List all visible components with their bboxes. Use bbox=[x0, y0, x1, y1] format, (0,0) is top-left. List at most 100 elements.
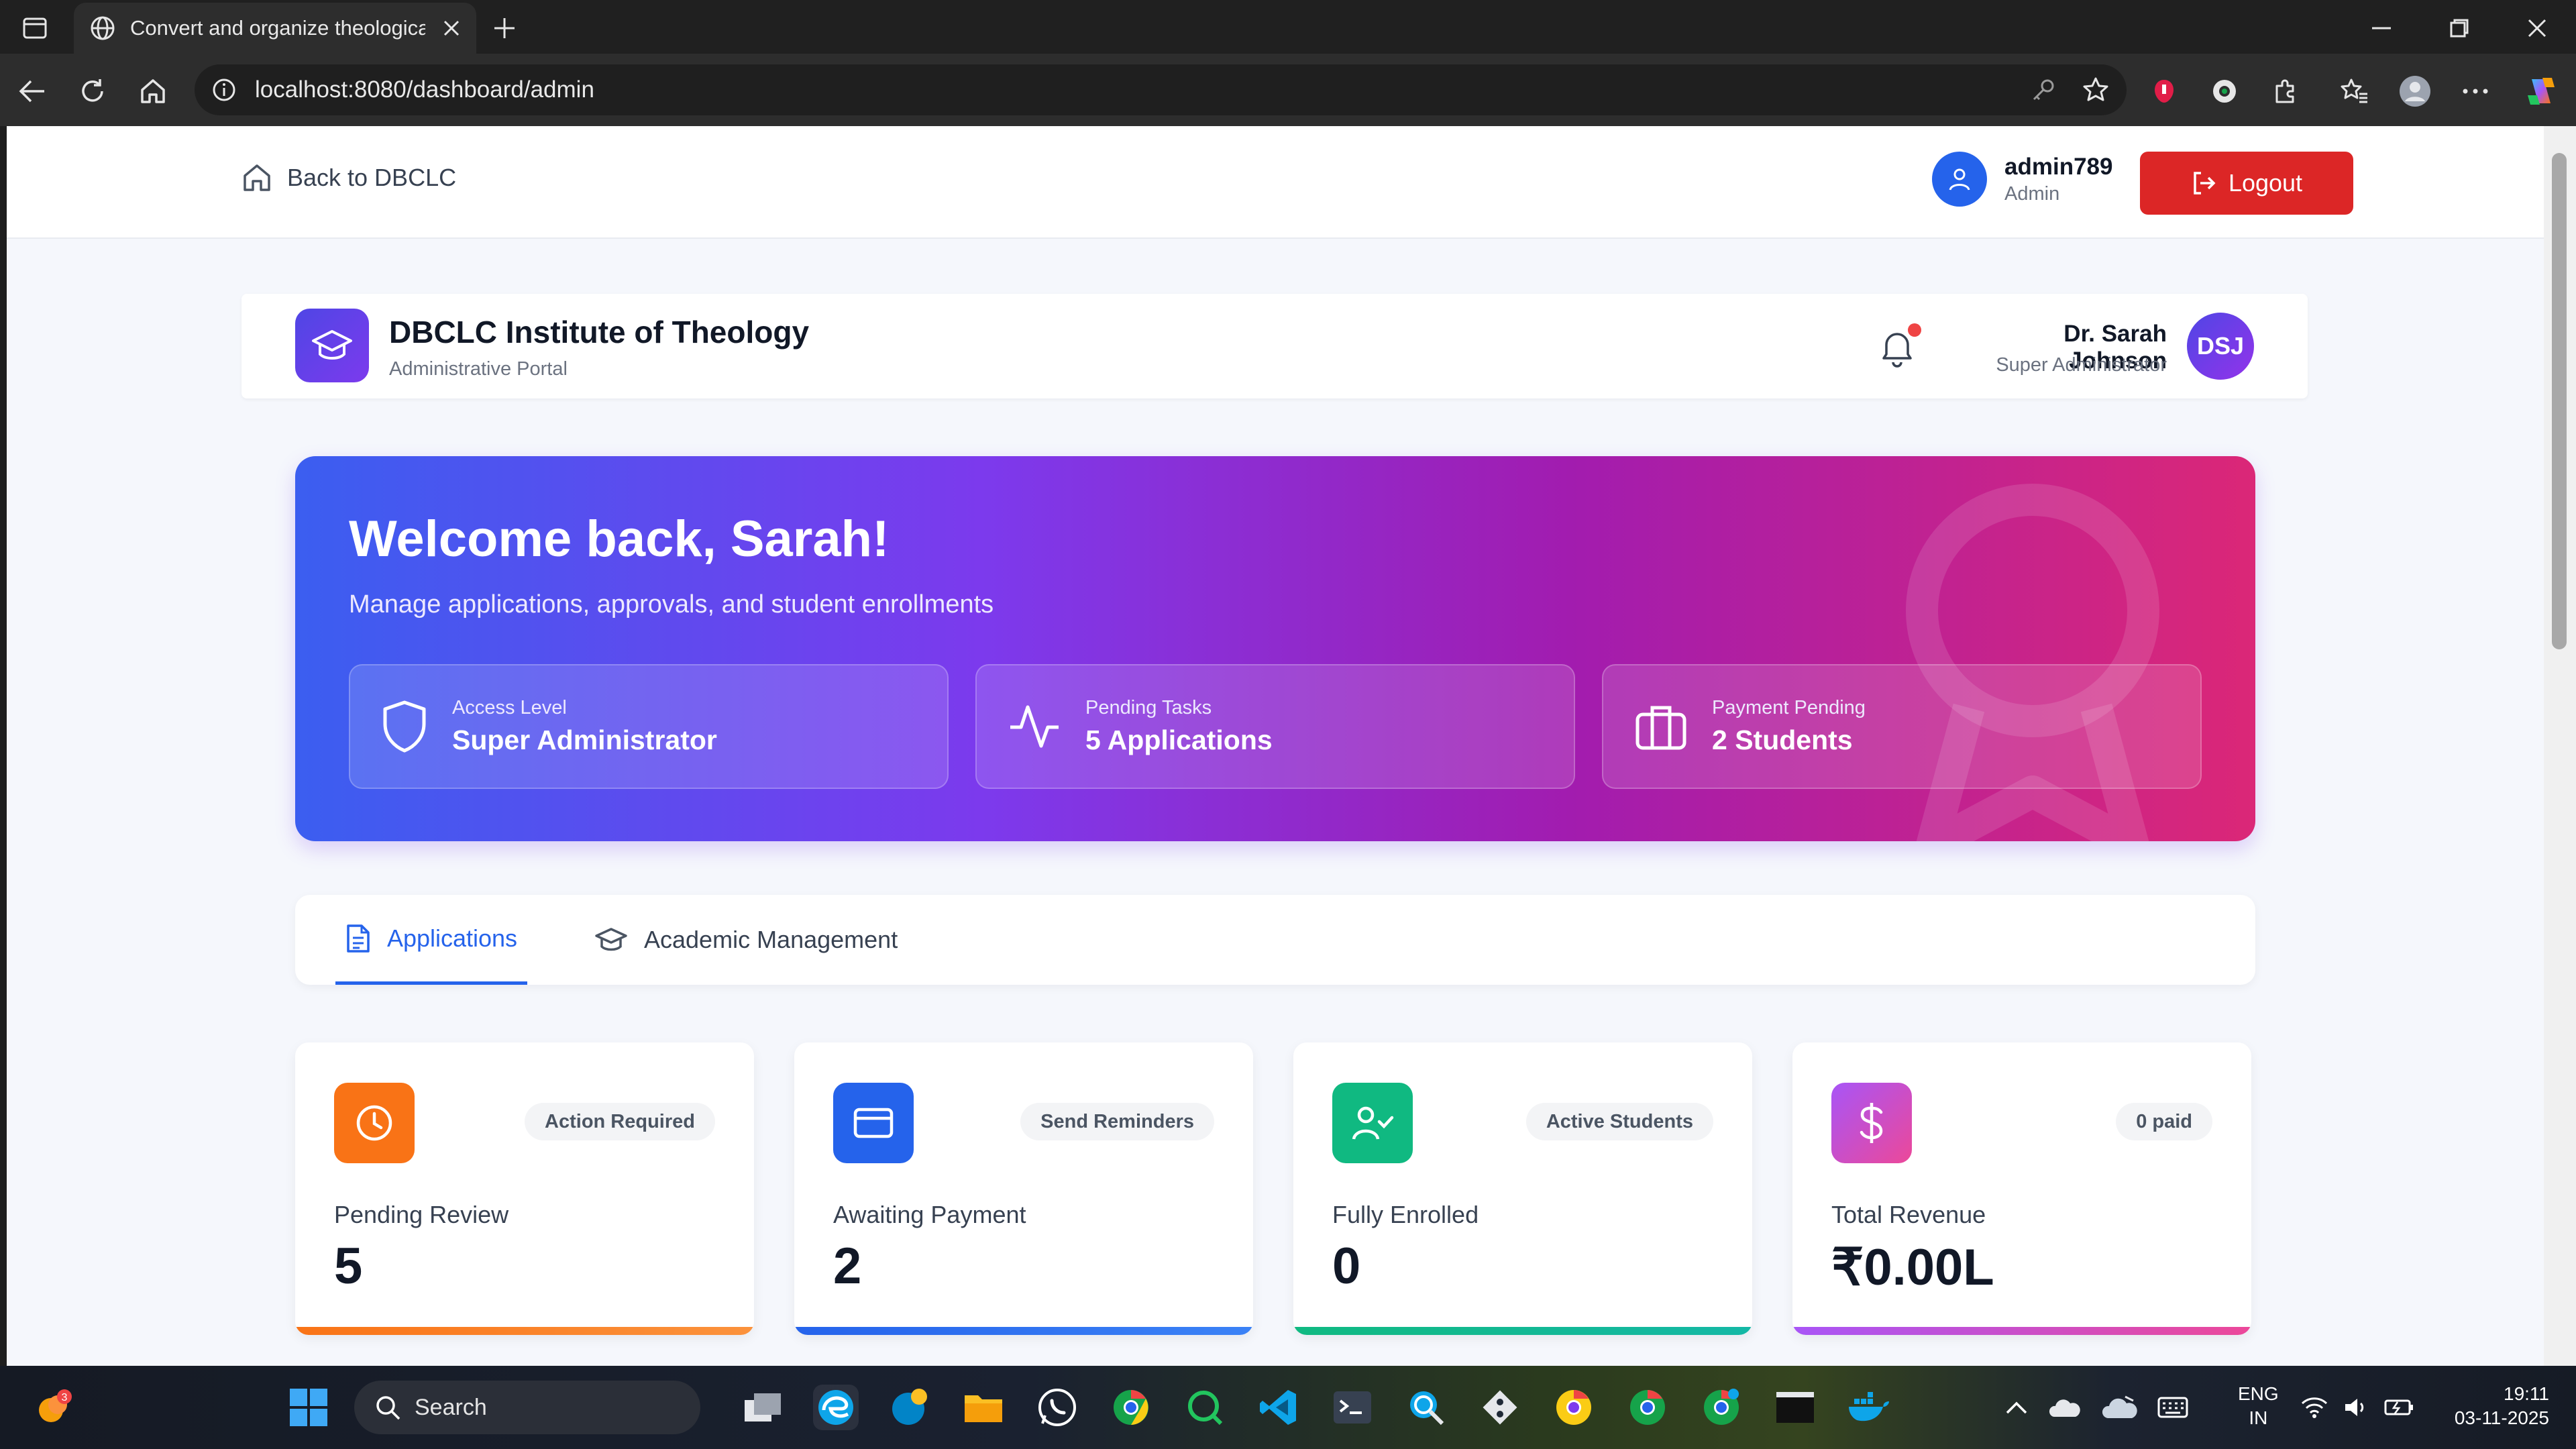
lang-line-2: IN bbox=[2249, 1407, 2268, 1428]
favorite-star-icon[interactable] bbox=[2082, 76, 2109, 103]
logout-button[interactable]: Logout bbox=[2140, 152, 2353, 215]
welcome-hero: Welcome back, Sarah! Manage applications… bbox=[295, 456, 2255, 841]
page-scrollbar[interactable] bbox=[2544, 126, 2576, 1366]
admin-avatar[interactable]: DSJ bbox=[2187, 313, 2254, 380]
card-accent-bar bbox=[1293, 1327, 1752, 1335]
dollar-icon bbox=[1831, 1083, 1912, 1163]
chrome-profile-2-icon[interactable] bbox=[1551, 1385, 1597, 1430]
card-value: ₹0.00L bbox=[1831, 1239, 1994, 1296]
activity-icon bbox=[1008, 703, 1061, 750]
home-icon bbox=[241, 162, 272, 193]
card-value: 2 bbox=[833, 1238, 862, 1295]
keyboard-icon[interactable] bbox=[2157, 1397, 2188, 1418]
file-text-icon bbox=[345, 923, 371, 954]
notification-count: 3 bbox=[62, 1392, 68, 1403]
extension-shield-icon[interactable] bbox=[2207, 74, 2242, 109]
edge-icon[interactable] bbox=[813, 1385, 859, 1430]
git-icon[interactable] bbox=[1477, 1385, 1523, 1430]
user-name: admin789 bbox=[2004, 153, 2113, 180]
file-explorer-icon[interactable] bbox=[961, 1385, 1006, 1430]
chevron-up-icon[interactable] bbox=[2006, 1401, 2027, 1414]
onedrive-cloud-icon[interactable] bbox=[2047, 1397, 2081, 1418]
card-pending-review[interactable]: Action Required Pending Review 5 bbox=[295, 1042, 754, 1335]
tab-actions-icon[interactable] bbox=[15, 13, 55, 43]
stat-value: 2 Students bbox=[1712, 724, 1853, 755]
stat-label: Access Level bbox=[452, 697, 567, 718]
card-label: Fully Enrolled bbox=[1332, 1201, 1479, 1228]
new-tab-icon[interactable] bbox=[490, 13, 519, 43]
stat-label: Pending Tasks bbox=[1085, 697, 1212, 718]
widgets-icon[interactable]: 3 bbox=[31, 1385, 76, 1430]
browser-tab-bar: Convert and organize theological bbox=[0, 0, 2576, 54]
start-windows-icon[interactable] bbox=[286, 1385, 331, 1430]
notification-dot bbox=[1908, 323, 1921, 337]
address-bar[interactable]: localhost:8080/dashboard/admin bbox=[195, 64, 2127, 115]
logout-icon bbox=[2191, 170, 2216, 196]
system-tray bbox=[2006, 1366, 2188, 1449]
app-header: Back to DBCLC admin789 Admin Logout bbox=[7, 126, 2544, 239]
password-key-icon[interactable] bbox=[2031, 78, 2055, 102]
app-q-icon[interactable] bbox=[1182, 1385, 1228, 1430]
stat-payment-pending: Payment Pending 2 Students bbox=[1602, 664, 2202, 789]
system-clock[interactable]: 19:11 03-11-2025 bbox=[2428, 1382, 2549, 1430]
home-icon[interactable] bbox=[134, 72, 172, 110]
profile-icon[interactable] bbox=[2398, 74, 2432, 109]
lang-line-1: ENG bbox=[2238, 1383, 2279, 1404]
chrome-profile-4-icon[interactable] bbox=[1699, 1385, 1744, 1430]
language-indicator[interactable]: ENG IN bbox=[2238, 1382, 2279, 1430]
tab-academic-management[interactable]: Academic Management bbox=[594, 895, 898, 985]
app-sphere-icon[interactable] bbox=[887, 1385, 932, 1430]
volume-icon[interactable] bbox=[2344, 1397, 2368, 1418]
tab-applications[interactable]: Applications bbox=[335, 895, 527, 985]
close-window-icon[interactable] bbox=[2517, 13, 2557, 43]
app-search-globe-icon[interactable] bbox=[1403, 1385, 1449, 1430]
reload-icon[interactable] bbox=[74, 72, 111, 110]
graduation-cap-icon bbox=[312, 330, 352, 360]
battery-icon[interactable] bbox=[2384, 1398, 2414, 1417]
logout-label: Logout bbox=[2228, 169, 2303, 197]
scrollbar-thumb[interactable] bbox=[2552, 153, 2567, 649]
docker-icon[interactable] bbox=[1846, 1385, 1892, 1430]
graduation-cap-icon bbox=[594, 926, 628, 953]
card-total-revenue[interactable]: 0 paid Total Revenue ₹0.00L bbox=[1792, 1042, 2251, 1335]
window-app-icon[interactable] bbox=[1772, 1385, 1818, 1430]
user-icon bbox=[1949, 168, 1970, 191]
back-arrow-icon[interactable] bbox=[13, 72, 51, 110]
task-view-icon[interactable] bbox=[741, 1385, 786, 1430]
browser-tab-active[interactable]: Convert and organize theological bbox=[74, 3, 476, 54]
vscode-icon[interactable] bbox=[1256, 1385, 1301, 1430]
card-accent-bar bbox=[1792, 1327, 2251, 1335]
chrome-icon[interactable] bbox=[1108, 1385, 1154, 1430]
minimize-icon[interactable] bbox=[2361, 13, 2402, 43]
site-info-icon[interactable] bbox=[212, 78, 236, 102]
wifi-icon[interactable] bbox=[2301, 1397, 2328, 1418]
close-tab-icon[interactable] bbox=[443, 19, 460, 37]
back-to-dbclc-link[interactable]: Back to DBCLC bbox=[241, 162, 456, 193]
card-accent-bar bbox=[794, 1327, 1253, 1335]
restore-icon[interactable] bbox=[2439, 13, 2479, 43]
card-fully-enrolled[interactable]: Active Students Fully Enrolled 0 bbox=[1293, 1042, 1752, 1335]
briefcase-icon bbox=[1634, 702, 1688, 751]
stat-pending-tasks: Pending Tasks 5 Applications bbox=[975, 664, 1575, 789]
card-value: 5 bbox=[334, 1238, 363, 1295]
chrome-profile-3-icon[interactable] bbox=[1625, 1385, 1670, 1430]
taskbar-search[interactable]: Search bbox=[354, 1381, 700, 1434]
admin-role: Super Administrator bbox=[1996, 354, 2167, 376]
stat-access-level: Access Level Super Administrator bbox=[349, 664, 949, 789]
card-label: Pending Review bbox=[334, 1201, 509, 1228]
tab-label: Applications bbox=[386, 924, 518, 952]
copilot-icon[interactable] bbox=[2524, 74, 2559, 109]
url-text[interactable]: localhost:8080/dashboard/admin bbox=[255, 76, 594, 103]
card-awaiting-payment[interactable]: Send Reminders Awaiting Payment 2 bbox=[794, 1042, 1253, 1335]
more-options-icon[interactable] bbox=[2458, 74, 2493, 109]
terminal-icon[interactable] bbox=[1330, 1385, 1375, 1430]
card-accent-bar bbox=[295, 1327, 754, 1335]
card-badge: Send Reminders bbox=[1020, 1103, 1214, 1140]
extension-red-icon[interactable] bbox=[2147, 74, 2182, 109]
weather-icon[interactable] bbox=[2101, 1394, 2137, 1421]
search-label: Search bbox=[415, 1394, 487, 1420]
extensions-puzzle-icon[interactable] bbox=[2267, 74, 2302, 109]
favorites-icon[interactable] bbox=[2337, 74, 2372, 109]
clock-date: 03-11-2025 bbox=[2454, 1407, 2549, 1428]
whatsapp-icon[interactable] bbox=[1034, 1385, 1080, 1430]
